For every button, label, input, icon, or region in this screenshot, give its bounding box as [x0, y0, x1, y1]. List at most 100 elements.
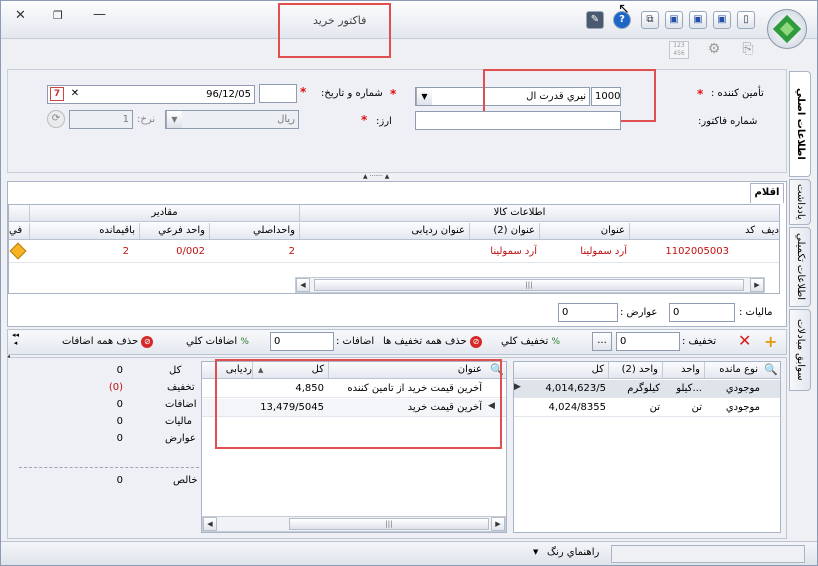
column-stock-type[interactable]: نوع مانده — [704, 362, 762, 378]
percent-icon: % — [240, 337, 249, 347]
scroll-thumb[interactable]: ||| — [314, 279, 744, 291]
title-highlight — [278, 3, 391, 58]
save-icon[interactable]: ▣ — [665, 11, 683, 29]
total-additions-button[interactable]: % اضافات كلي — [186, 332, 249, 352]
stamp-icon[interactable]: ⚙ — [704, 41, 724, 59]
stock-row-type: موجودي — [725, 383, 760, 394]
scroll-left-icon[interactable]: ◀ — [203, 517, 217, 531]
price-hscrollbar[interactable]: ◀ ▶ ||| — [202, 516, 506, 532]
table-row[interactable]: 1102005003 آرد سمولينا آرد سمولينا 2 0/0… — [9, 241, 779, 263]
summary-additions-value: 0 — [116, 399, 123, 410]
item-sub-unit: 0/002 — [176, 246, 205, 257]
stock-row-unit2: تن — [649, 402, 660, 413]
stock-row-total: 4,024/8355 — [548, 402, 606, 413]
invoice-number-label: شماره فاكتور: — [698, 116, 758, 127]
number-date-required-star: * — [390, 87, 397, 101]
summary-duties-label: عوارض — [165, 433, 196, 444]
minimize-icon[interactable]: — — [93, 6, 106, 24]
splitter-handle[interactable]: ◂ — [7, 353, 10, 360]
save-as-icon[interactable]: ▣ — [689, 11, 707, 29]
supplier-label: تأمين كننده : — [711, 88, 764, 99]
column-remaining[interactable]: باقيمانده — [29, 223, 139, 239]
column-stock-unit2[interactable]: واحد (2) — [608, 362, 662, 378]
summary-tax-value: 0 — [116, 416, 123, 427]
column-cut-left[interactable]: في — [9, 223, 29, 239]
row-pointer-icon: ▶ — [514, 382, 521, 392]
scroll-right-icon[interactable]: ▶ — [750, 278, 764, 292]
warning-icon — [9, 242, 27, 260]
column-code[interactable]: كد — [629, 223, 759, 239]
column-tracking-title[interactable]: عنوان ردیابی — [299, 223, 469, 239]
remove-discounts-button[interactable]: ⊘ حذف همه تخفيف ها — [383, 332, 482, 352]
tab-main-info[interactable]: اطلاعات اصلي — [789, 71, 811, 177]
column-cut-right[interactable]: ديف — [761, 223, 779, 239]
scroll-left-icon[interactable]: ◀ — [296, 278, 310, 292]
column-stock-total[interactable]: كل — [518, 362, 608, 378]
goods-info-group: اطلاعات كالا — [299, 205, 739, 221]
rate-field[interactable]: 1 — [69, 110, 133, 129]
column-main-unit[interactable]: واحداصلي — [209, 223, 299, 239]
column-header-row: ديف كد عنوان عنوان (2) عنوان ردیابی واحد… — [9, 223, 779, 240]
tab-transaction-history[interactable]: سوابق مبادلات — [789, 309, 811, 391]
summary-tax-label: ماليات — [165, 416, 192, 427]
discount-options-button[interactable]: ... — [592, 332, 612, 351]
clear-date-icon[interactable]: ✕ — [68, 87, 82, 101]
color-guide-label[interactable]: راهنماي رنگ — [547, 547, 599, 558]
currency-label: ارز: — [376, 116, 392, 127]
scroll-right-icon[interactable]: ▶ — [491, 517, 505, 531]
calendar-icon[interactable]: 7 — [50, 87, 64, 101]
total-discount-button[interactable]: % تخفيف كلي — [501, 332, 560, 352]
remove-additions-label: حذف همه اضافات — [62, 336, 139, 347]
chevron-down-icon[interactable]: ▼ — [533, 548, 538, 556]
chevron-down-icon[interactable]: ▼ — [416, 88, 432, 105]
search-icon[interactable]: 🔍 — [762, 362, 780, 378]
totals-summary: كل 0 تخفيف (0) اضافات 0 ماليات 0 عوارض 0… — [19, 363, 199, 493]
column-title[interactable]: عنوان — [539, 223, 629, 239]
column-title2[interactable]: عنوان (2) — [469, 223, 539, 239]
tab-notes[interactable]: يادداشت — [789, 179, 811, 225]
duties-field[interactable]: 0 — [558, 303, 618, 322]
percent-icon: % — [551, 337, 561, 347]
stock-row-unit: كيلو... — [676, 383, 702, 394]
column-sub-unit[interactable]: واحد فرعي — [139, 223, 209, 239]
currency-select[interactable]: ريال ▼ — [165, 110, 299, 129]
remove-additions-button[interactable]: ⊘ حذف همه اضافات — [62, 332, 154, 352]
remove-icon: ⊘ — [141, 336, 154, 348]
calculator-icon[interactable]: 123 456 — [669, 41, 689, 59]
stock-grid: 🔍 نوع مانده واحد واحد (2) كل ▶ موجودي كي… — [513, 361, 781, 533]
restore-icon[interactable]: ❐ — [53, 7, 63, 25]
date-field[interactable]: 96/12/05 7 ✕ — [47, 85, 255, 104]
table-row[interactable]: ▶ موجودي كيلو... كيلوگرم 4,014,623/5 — [514, 380, 780, 398]
tab-extra-info[interactable]: اطلاعات تكميلي — [789, 227, 811, 307]
add-icon[interactable]: + — [764, 332, 777, 351]
chevron-down-icon[interactable]: ▼ — [166, 111, 182, 128]
tab-items[interactable]: اقلام — [750, 183, 784, 203]
export-icon[interactable]: ⎘ — [738, 41, 758, 59]
total-discount-label: تخفيف كلي — [501, 336, 549, 347]
item-main-unit: 2 — [288, 246, 295, 257]
tax-label: ماليات : — [739, 307, 773, 318]
rate-refresh-icon[interactable]: ⟳ — [47, 110, 65, 128]
table-row[interactable]: موجودي تن تن 4,024/8355 — [514, 399, 780, 417]
supplier-required-star: * — [697, 87, 704, 101]
invoice-number-field[interactable] — [415, 111, 621, 130]
tax-field[interactable]: 0 — [669, 303, 735, 322]
column-stock-unit[interactable]: واحد — [662, 362, 704, 378]
status-field — [611, 545, 805, 563]
splitter-handle[interactable]: ▲ ······· ▲ — [363, 173, 389, 180]
copy-icon[interactable]: ⧉ — [641, 11, 659, 29]
save-close-icon[interactable]: ▣ — [713, 11, 731, 29]
additions-field[interactable]: 0 — [270, 332, 334, 351]
app-logo-icon[interactable] — [767, 9, 807, 49]
close-icon[interactable]: ✕ — [15, 7, 26, 25]
delete-icon[interactable]: ✕ — [738, 331, 751, 350]
additions-label: اضافات : — [336, 336, 375, 347]
summary-discount-label: تخفيف — [167, 382, 195, 393]
tools-icon[interactable]: ✎ — [586, 11, 604, 29]
scroll-thumb[interactable]: ||| — [289, 518, 489, 530]
discount-field[interactable]: 0 — [616, 332, 680, 351]
new-document-icon[interactable]: ▯ — [737, 11, 755, 29]
toolbar-overflow-icon[interactable]: ◂◂ ◂ — [12, 331, 19, 347]
invoice-serial-field[interactable] — [259, 84, 297, 103]
items-hscrollbar[interactable]: ◀ ▶ ||| — [295, 277, 765, 293]
